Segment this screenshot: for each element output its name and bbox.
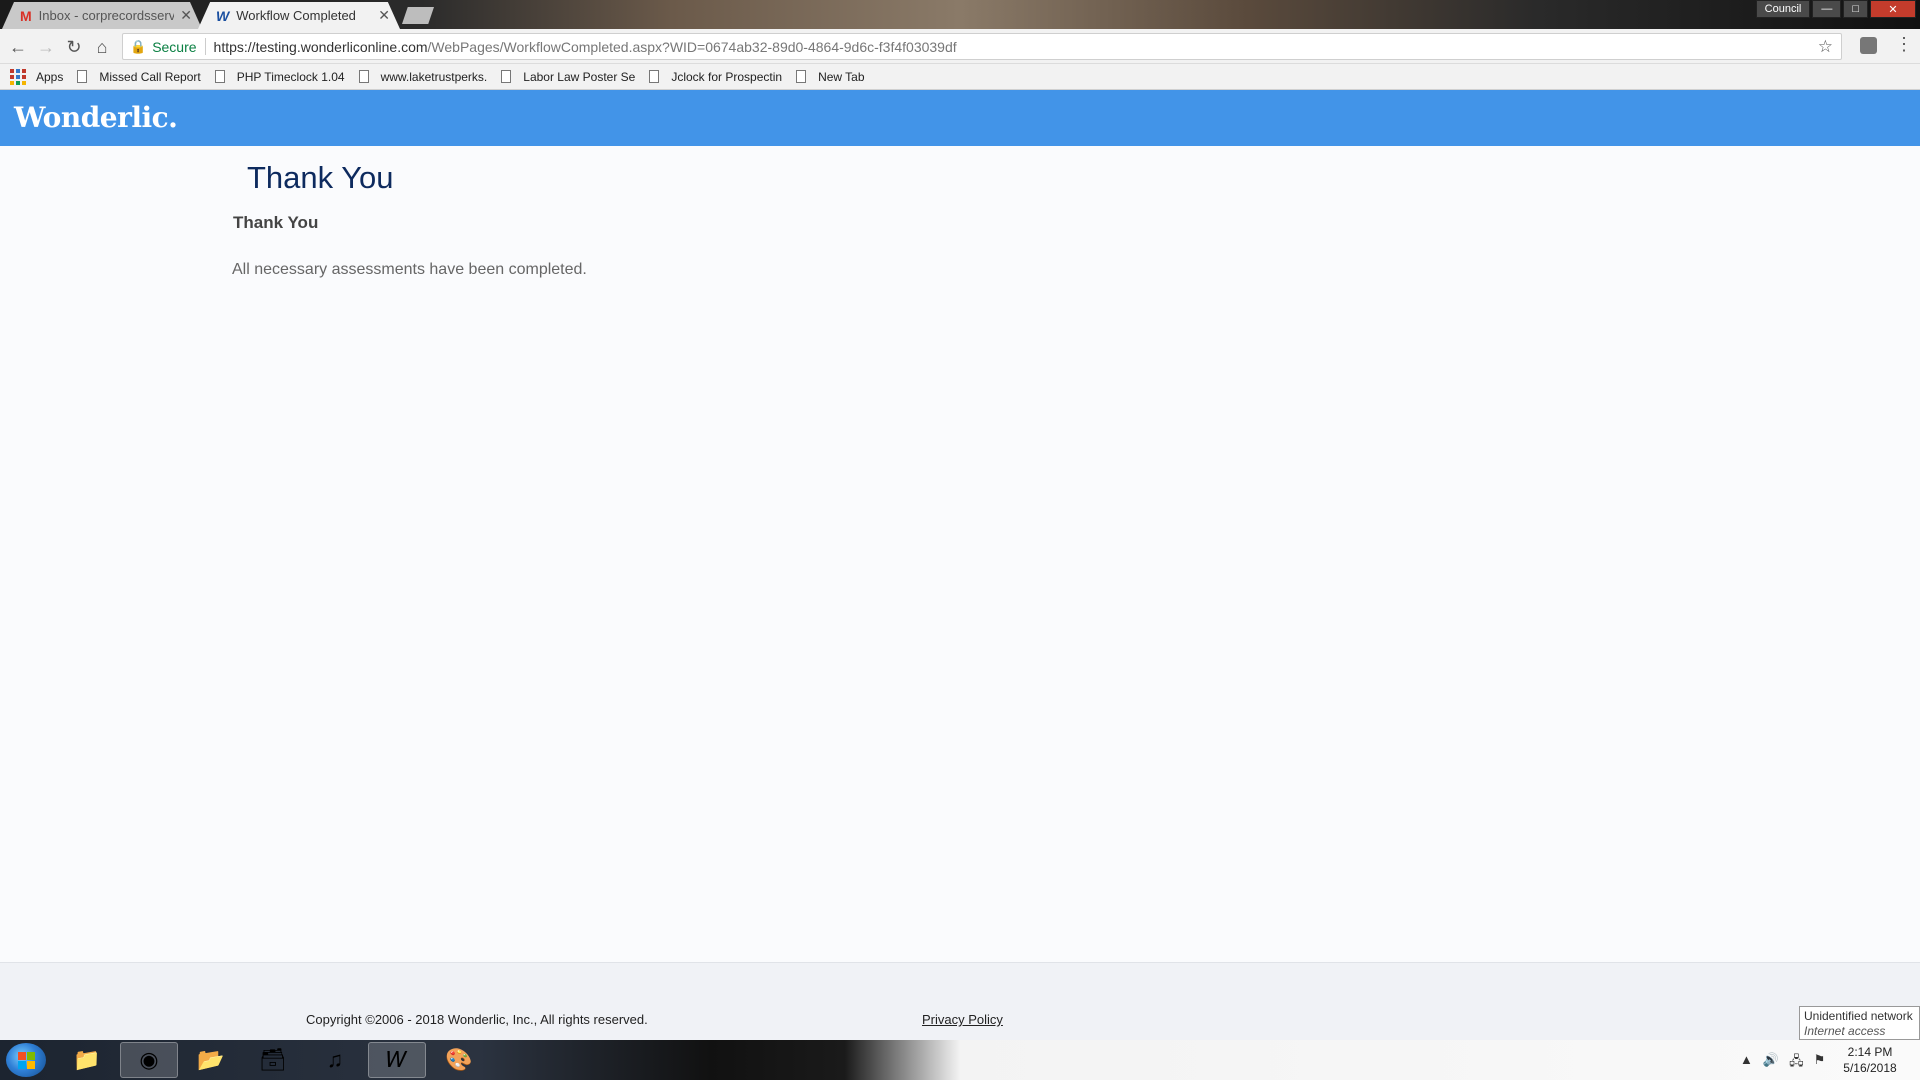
profile-button[interactable]: Council — [1755, 0, 1811, 18]
page-footer: Copyright ©2006 - 2018 Wonderlic, Inc., … — [0, 962, 1920, 1040]
close-window-button[interactable]: ✕ — [1870, 0, 1916, 18]
page-icon — [649, 70, 660, 83]
browser-toolbar: ← → ↻ ⌂ 🔒 Secure https://testing.wonderl… — [0, 29, 1920, 64]
system-tray: ▲ 🔊 🖧 ⚑ — [1740, 1052, 1825, 1074]
close-icon[interactable]: ✕ — [180, 7, 192, 24]
taskbar-clock[interactable]: 2:14 PM 5/16/2018 — [1828, 1044, 1912, 1076]
new-tab-button[interactable] — [402, 7, 434, 24]
bookmark-item[interactable]: Jclock for Prospectin — [649, 70, 782, 84]
reload-icon[interactable]: ↻ — [62, 35, 86, 59]
minimize-button[interactable]: — — [1812, 0, 1842, 18]
bookmark-star-icon[interactable]: ☆ — [1818, 37, 1833, 57]
bookmarks-bar: Apps Missed Call Report PHP Timeclock 1.… — [0, 64, 1920, 90]
bookmark-label: PHP Timeclock 1.04 — [236, 69, 345, 84]
page-icon — [796, 70, 807, 83]
home-icon[interactable]: ⌂ — [90, 35, 114, 59]
gmail-icon: M — [20, 7, 32, 24]
maximize-button[interactable]: □ — [1843, 0, 1868, 18]
kebab-menu-icon[interactable]: ⋮ — [1895, 34, 1913, 55]
privacy-policy-link[interactable]: Privacy Policy — [922, 1012, 1003, 1027]
address-bar[interactable]: 🔒 Secure https://testing.wonderliconline… — [122, 33, 1842, 60]
windows-taskbar: 📁 ◉ 📂 🗃 ♫ 𝑊 🎨 ▲ 🔊 🖧 ⚑ 2:14 PM 5/16/2018 — [0, 1040, 1920, 1080]
bookmark-item[interactable]: Labor Law Poster Se — [501, 70, 635, 84]
bookmark-label: www.laketrustperks. — [380, 69, 488, 84]
apps-grid-icon[interactable] — [10, 68, 26, 85]
page-icon — [214, 70, 225, 83]
close-icon[interactable]: ✕ — [378, 7, 390, 24]
lock-icon: 🔒 — [130, 38, 147, 54]
page-icon — [501, 70, 512, 83]
word-icon[interactable]: 𝑊 — [368, 1042, 426, 1078]
network-icon[interactable]: 🖧 — [1789, 1052, 1804, 1074]
bookmark-label: Jclock for Prospectin — [671, 69, 783, 84]
network-tooltip: Unidentified network Internet access — [1799, 1006, 1920, 1040]
clock-time: 2:14 PM — [1847, 1045, 1893, 1059]
tab-title: Workflow Completed — [236, 8, 356, 23]
forward-arrow-icon[interactable]: → — [34, 35, 58, 59]
tab-title: Inbox - corprecordsservic — [38, 8, 175, 23]
file-explorer-icon[interactable]: 📁 — [58, 1042, 116, 1078]
bookmark-item[interactable]: New Tab — [796, 69, 865, 84]
divider — [204, 38, 206, 55]
url-text[interactable]: https://testing.wonderliconline.com/WebP… — [214, 39, 957, 55]
bookmark-label: Missed Call Report — [99, 69, 201, 84]
show-hidden-icons-icon[interactable]: ▲ — [1740, 1052, 1753, 1074]
brand-header: Wonderlic. — [0, 90, 1920, 146]
wonderlic-logo[interactable]: Wonderlic. — [14, 101, 178, 134]
url-path: /WebPages/WorkflowCompleted.aspx?WID=067… — [427, 38, 957, 55]
bookmark-item[interactable]: Missed Call Report — [77, 69, 201, 84]
page-icon — [77, 70, 88, 83]
page-icon — [358, 70, 369, 83]
page-title: Thank You — [247, 160, 394, 195]
browser-tab-strip: M Inbox - corprecordsservic ✕ W Workflow… — [0, 0, 1920, 29]
extension-icon[interactable] — [1860, 37, 1877, 54]
windows-logo-icon — [17, 1051, 35, 1069]
start-button[interactable] — [6, 1043, 46, 1077]
bookmark-apps[interactable]: Apps — [36, 70, 63, 84]
wonderlic-w-icon: W — [216, 7, 230, 24]
bookmark-label: New Tab — [818, 69, 865, 84]
back-arrow-icon[interactable]: ← — [6, 35, 30, 59]
window-controls: Council — □ ✕ — [1755, 0, 1916, 18]
page-content: Wonderlic. Thank You Thank You All neces… — [0, 90, 1920, 1040]
folder-app-icon[interactable]: 📂 — [182, 1042, 240, 1078]
bookmark-label: Labor Law Poster Se — [523, 69, 636, 84]
bookmark-item[interactable]: www.laketrustperks. — [358, 69, 488, 84]
chrome-icon[interactable]: ◉ — [120, 1042, 178, 1078]
clock-date: 5/16/2018 — [1843, 1061, 1897, 1075]
network-substatus: Internet access — [1804, 1024, 1886, 1038]
secure-label: Secure — [152, 38, 197, 55]
section-heading: Thank You — [233, 213, 319, 232]
copyright-text: Copyright ©2006 - 2018 Wonderlic, Inc., … — [306, 1012, 648, 1027]
completion-message: All necessary assessments have been comp… — [232, 261, 587, 278]
action-center-flag-icon[interactable]: ⚑ — [1814, 1052, 1826, 1074]
itunes-icon[interactable]: ♫ — [306, 1042, 364, 1078]
tab-inbox[interactable]: M Inbox - corprecordsservic ✕ — [2, 2, 202, 29]
url-host: https://testing.wonderliconline.com — [213, 38, 428, 55]
bookmark-item[interactable]: PHP Timeclock 1.04 — [214, 69, 345, 84]
network-status: Unidentified network — [1804, 1009, 1913, 1023]
paint-icon[interactable]: 🎨 — [430, 1042, 488, 1078]
volume-icon[interactable]: 🔊 — [1763, 1052, 1779, 1074]
database-app-icon[interactable]: 🗃 — [244, 1042, 302, 1078]
tab-workflow-completed[interactable]: W Workflow Completed ✕ — [198, 2, 400, 29]
